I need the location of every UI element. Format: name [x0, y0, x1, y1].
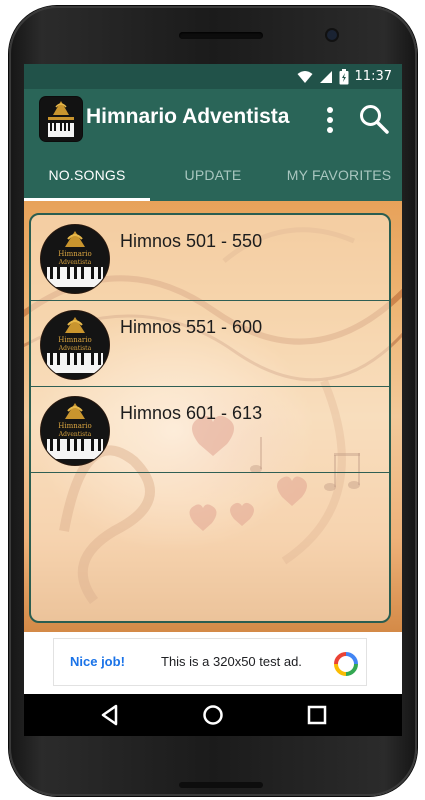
status-bar: 11:37 [24, 64, 402, 89]
list-item-label: Himnos 601 - 613 [120, 403, 263, 423]
hymn-logo-avatar: Himnario Adventista [41, 397, 109, 465]
tab-no-songs[interactable]: NO.SONGS [24, 149, 150, 201]
battery-icon [339, 68, 349, 85]
status-time: 11:37 [354, 69, 392, 84]
overflow-menu-icon[interactable] [320, 105, 340, 135]
app-logo-icon [40, 97, 82, 141]
avatar-logo-text: Adventista [58, 345, 92, 352]
list-item-label: Himnos 501 - 550 [120, 231, 263, 251]
app-bar: Himnario Adventista [24, 89, 402, 149]
avatar-logo-text: Adventista [58, 431, 92, 438]
list-item[interactable]: Himnario Adventista Himnos 551 - 600 [31, 301, 389, 387]
avatar-logo-text: Himnario [58, 336, 91, 344]
tab-update[interactable]: UPDATE [150, 149, 276, 201]
device-screen: 11:37 Himnario Adventista NO.SONGS UPDAT… [24, 64, 402, 736]
back-icon[interactable] [98, 703, 122, 727]
app-title: Himnario Adventista [86, 105, 290, 128]
ad-text: This is a 320x50 test ad. [161, 654, 302, 669]
tab-bar: NO.SONGS UPDATE MY FAVORITES [24, 149, 402, 201]
avatar-logo-text: Adventista [58, 259, 92, 266]
ad-container: Nice job! This is a 320x50 test ad. [24, 632, 402, 694]
list-item-label: Himnos 551 - 600 [120, 317, 263, 337]
hymn-logo-avatar: Himnario Adventista [41, 311, 109, 379]
list-item[interactable]: Himnario Adventista Himnos 601 - 613 [31, 387, 389, 473]
ad-choices-logo-icon[interactable] [334, 652, 358, 676]
search-icon[interactable] [358, 103, 390, 135]
bottom-speaker [179, 782, 263, 788]
list-item[interactable]: Himnario Adventista Himnos 501 - 550 [31, 215, 389, 301]
signal-icon [319, 70, 333, 84]
content-area: Himnario Adventista Himnos 501 - 550 Him… [24, 201, 402, 632]
recents-icon[interactable] [305, 703, 329, 727]
avatar-logo-text: Himnario [58, 422, 91, 430]
front-camera [327, 30, 337, 40]
earpiece-speaker [179, 32, 263, 39]
ad-badge: Nice job! [70, 654, 125, 669]
hymn-logo-avatar: Himnario Adventista [41, 225, 109, 293]
hymn-list: Himnario Adventista Himnos 501 - 550 Him… [29, 213, 391, 623]
tab-my-favorites[interactable]: MY FAVORITES [276, 149, 402, 201]
home-icon[interactable] [201, 703, 225, 727]
avatar-logo-text: Himnario [58, 250, 91, 258]
test-ad-banner[interactable]: Nice job! This is a 320x50 test ad. [53, 638, 367, 686]
wifi-icon [297, 70, 313, 84]
system-navigation-bar [24, 694, 402, 736]
